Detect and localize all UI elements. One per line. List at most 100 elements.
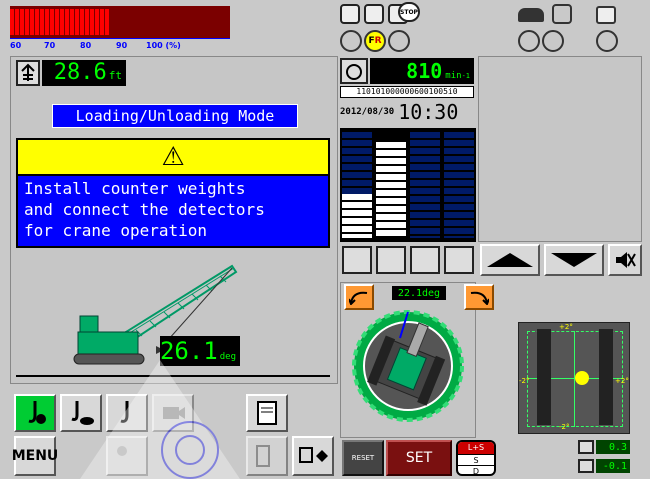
reset-button-label: RESET [351,454,375,462]
time-text: 10:30 [398,100,459,124]
load-segment [10,9,14,35]
load-segment [90,9,94,35]
load-segment [215,9,219,35]
warning-line-1: Install counter weights [24,179,246,198]
menu-button[interactable]: MENU [11,436,59,476]
mode-selector[interactable]: L+S S D [456,440,496,476]
bit-code-text: 1101010000006001005i0 [356,87,458,96]
swing-right-button[interactable] [464,284,494,310]
rabbit-icon [552,4,572,24]
load-segment [200,9,204,35]
mute-icon [616,252,636,268]
camera-panel [478,56,642,242]
mode-d[interactable]: D [458,465,494,474]
load-segment [65,9,69,35]
load-segment [205,9,209,35]
load-segment [15,9,19,35]
indicator-lamp-5 [542,30,564,52]
date-text: 2012/08/30 [340,107,395,117]
swing-indicator [352,310,464,422]
menu-button-label: MENU [11,448,59,464]
level-y-value: -0.1 [602,460,627,472]
load-segment [100,9,104,35]
gauge-hydraulic-temp [342,132,372,238]
load-ratio-bar [10,6,230,38]
fuel-icon [376,246,406,274]
warning-line-2: and connect the detectors [24,200,265,219]
mode-label: Loading/Unloading Mode [52,104,298,128]
warning-header: ⚠ [16,138,330,176]
swing-angle-display: 22.1deg [392,286,446,300]
camera-arrows-icon [299,447,328,463]
load-segment [155,9,159,35]
indicator-lamp-4 [518,30,540,52]
level-x-value: 0.3 [608,441,627,453]
boom-length-icon [16,60,40,86]
level-x-display: 0.3 [596,440,630,454]
load-segment [45,9,49,35]
scale-label-60: 60 [10,41,22,50]
scroll-down-button[interactable] [544,244,604,276]
load-segment [110,9,114,35]
battery-icon [596,6,616,24]
bit-code: 1101010000006001005i0 [340,86,474,98]
load-segment [50,9,54,35]
load-segment [25,9,29,35]
load-segment [130,9,134,35]
rotate-left-icon [349,291,368,305]
mode-label-text: Loading/Unloading Mode [75,107,275,125]
load-segment [185,9,189,35]
load-segment [220,9,224,35]
load-segment [60,9,64,35]
level-y-display: -0.1 [596,459,630,473]
level-tick-right: +2° [615,377,629,385]
load-segment [165,9,169,35]
load-segment [105,9,109,35]
indicator-lamp-3 [388,30,410,52]
date-time: 2012/08/30 10:30 [340,100,474,124]
gauge-icon-row [340,244,476,276]
scroll-up-button[interactable] [480,244,540,276]
load-segment [30,9,34,35]
crane-mode-button[interactable] [14,394,56,432]
swing-left-button[interactable] [344,284,374,310]
scale-label-90: 90 [116,41,128,50]
stop-icon: STOP [398,2,420,22]
load-segment [85,9,89,35]
reset-button[interactable]: RESET [342,440,384,476]
load-segment [120,9,124,35]
engine-rpm-display: 810 min -1 [370,58,474,84]
scale-label-100: 100 (%) [146,41,181,50]
engine-rpm-exp: -1 [461,72,470,80]
load-segment [135,9,139,35]
gauge-oil [444,132,474,238]
load-segment [125,9,129,35]
level-tick-left: -2° [519,377,530,385]
warning-message: Install counter weights and connect the … [16,176,330,248]
load-segment [210,9,214,35]
load-segment [175,9,179,35]
level-tick-top: +2° [559,323,573,331]
boom-length-unit: ft [108,69,122,82]
mode-ls[interactable]: L+S [458,442,494,454]
camera-toggle-button[interactable] [292,436,334,476]
set-button[interactable]: SET [386,440,452,476]
load-segment [115,9,119,35]
engine-rpm-icon [340,58,368,84]
indicator-lamp-1 [340,30,362,52]
watermark-overlay [80,360,240,479]
gauge-group [340,128,476,242]
scale-label-80: 80 [80,41,92,50]
mode-s[interactable]: S [458,454,494,465]
boom-length-value: 28.6 [53,60,107,85]
load-segment [195,9,199,35]
load-segment [75,9,79,35]
hydraulic-temp-icon [342,246,372,274]
indicator-lamp-f: FR [364,30,386,52]
oil-temp-icon [444,246,474,274]
level-panel: +2° -2° +2° -2° [518,322,630,434]
crane-hook-icon [28,401,46,424]
load-segment [55,9,59,35]
load-segment [150,9,154,35]
mute-button[interactable] [608,244,642,276]
